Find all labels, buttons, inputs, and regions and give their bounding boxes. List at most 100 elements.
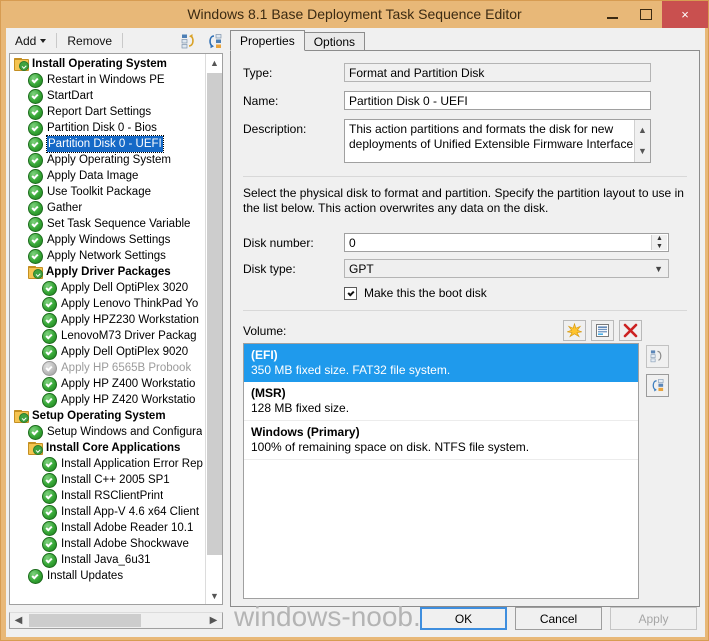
volume-list-item[interactable]: (MSR) 128 MB fixed size. xyxy=(244,382,638,421)
tree-item-label: Install C++ 2005 SP1 xyxy=(61,474,170,486)
disk-type-select[interactable]: GPT ▼ xyxy=(344,259,669,278)
tree-item-label: Partition Disk 0 - Bios xyxy=(47,122,157,134)
check-icon xyxy=(42,504,57,520)
remove-button[interactable]: Remove xyxy=(61,32,118,50)
cancel-button[interactable]: Cancel xyxy=(515,607,602,630)
tree-item-label: Install Application Error Rep xyxy=(61,458,203,470)
tree-item[interactable]: Install Core Applications xyxy=(10,440,206,456)
check-icon xyxy=(28,424,43,440)
disk-type-value: GPT xyxy=(349,262,374,276)
tree-item[interactable]: Apply HPZ230 Workstation xyxy=(10,312,206,328)
description-scrollbar[interactable]: ▲ ▼ xyxy=(634,120,650,162)
volume-list-item[interactable]: Windows (Primary) 100% of remaining space… xyxy=(244,421,638,460)
desc-scroll-down-icon[interactable]: ▼ xyxy=(638,144,647,159)
check-icon xyxy=(42,296,57,312)
add-button[interactable]: Add xyxy=(9,32,52,50)
tree-item-label: Install Adobe Shockwave xyxy=(61,538,189,550)
tree-item[interactable]: Install Adobe Reader 10.1 xyxy=(10,520,206,536)
tree-item[interactable]: Apply HP 6565B Probook xyxy=(10,360,206,376)
tree-item[interactable]: Apply Driver Packages xyxy=(10,264,206,280)
tree-item[interactable]: Install C++ 2005 SP1 xyxy=(10,472,206,488)
tree-item[interactable]: Install Application Error Rep xyxy=(10,456,206,472)
name-label: Name: xyxy=(243,94,279,108)
volume-properties-button[interactable] xyxy=(591,320,614,341)
type-label: Type: xyxy=(243,66,273,80)
check-icon xyxy=(28,72,43,88)
tree-item-label: Restart in Windows PE xyxy=(47,74,165,86)
apply-button[interactable]: Apply xyxy=(610,607,697,630)
stepper-down-icon[interactable]: ▼ xyxy=(652,243,667,251)
tree-item[interactable]: Install Operating System xyxy=(10,56,206,72)
tree-item[interactable]: LenovoM73 Driver Packag xyxy=(10,328,206,344)
name-input[interactable]: Partition Disk 0 - UEFI xyxy=(344,91,651,110)
tree-item[interactable]: Apply HP Z420 Workstatio xyxy=(10,392,206,408)
scroll-up-arrow-icon[interactable]: ▲ xyxy=(206,54,222,71)
tree-item[interactable]: Setup Windows and Configura xyxy=(10,424,206,440)
new-volume-button[interactable] xyxy=(563,320,586,341)
check-icon xyxy=(28,104,43,120)
delete-volume-button[interactable] xyxy=(619,320,642,341)
vertical-scroll-track[interactable] xyxy=(206,71,222,587)
tree-item[interactable]: Install Adobe Shockwave xyxy=(10,536,206,552)
tree-item[interactable]: Report Dart Settings xyxy=(10,104,206,120)
task-sequence-tree[interactable]: Install Operating System Restart in Windo… xyxy=(9,53,223,605)
check-icon xyxy=(28,568,43,584)
move-down-icon[interactable] xyxy=(206,33,223,49)
copy-layout-button[interactable] xyxy=(646,345,669,368)
tree-vertical-scrollbar[interactable]: ▲ ▼ xyxy=(205,54,222,604)
disk-number-input[interactable]: 0 ▲ ▼ xyxy=(344,233,669,252)
tree-item[interactable]: Apply Data Image xyxy=(10,168,206,184)
ok-button[interactable]: OK xyxy=(420,607,507,630)
volume-list[interactable]: (EFI) 350 MB fixed size. FAT32 file syste… xyxy=(243,343,639,599)
tree-item[interactable]: Apply Network Settings xyxy=(10,248,206,264)
move-up-icon[interactable] xyxy=(181,33,198,49)
vertical-scroll-thumb[interactable] xyxy=(207,73,222,555)
tree-item[interactable]: Partition Disk 0 - UEFI xyxy=(10,135,206,153)
check-icon xyxy=(42,344,57,360)
minimize-button[interactable] xyxy=(596,1,629,28)
tree-item[interactable]: Partition Disk 0 - Bios xyxy=(10,120,206,136)
tree-item-label: Install Java_6u31 xyxy=(61,554,151,566)
volume-area: (EFI) 350 MB fixed size. FAT32 file syste… xyxy=(231,343,699,599)
volume-list-item[interactable]: (EFI) 350 MB fixed size. FAT32 file syste… xyxy=(244,344,638,382)
tree-item[interactable]: Install RSClientPrint xyxy=(10,488,206,504)
paste-layout-button[interactable] xyxy=(646,374,669,397)
tree-item[interactable]: Use Toolkit Package xyxy=(10,184,206,200)
tab-options[interactable]: Options xyxy=(303,32,366,51)
maximize-button[interactable] xyxy=(629,1,662,28)
volume-properties-icon xyxy=(596,324,609,337)
check-icon xyxy=(42,280,57,296)
tree-item[interactable]: Apply Operating System xyxy=(10,152,206,168)
desc-scroll-up-icon[interactable]: ▲ xyxy=(638,123,647,138)
tree-item[interactable]: Restart in Windows PE xyxy=(10,72,206,88)
tree-item[interactable]: Apply Lenovo ThinkPad Yo xyxy=(10,296,206,312)
tree-item[interactable]: Set Task Sequence Variable xyxy=(10,216,206,232)
tree-item-label: Apply Driver Packages xyxy=(46,266,171,278)
volume-detail: 350 MB fixed size. FAT32 file system. xyxy=(251,363,451,377)
disk-number-value: 0 xyxy=(349,236,356,250)
tree-item-label: StartDart xyxy=(47,90,94,102)
description-row: Description: This action partitions and … xyxy=(231,119,699,163)
tab-properties[interactable]: Properties xyxy=(230,30,305,51)
disk-number-stepper[interactable]: ▲ ▼ xyxy=(651,235,667,250)
boot-disk-row[interactable]: Make this the boot disk xyxy=(231,286,699,300)
tree-item[interactable]: Apply HP Z400 Workstatio xyxy=(10,376,206,392)
stepper-up-icon[interactable]: ▲ xyxy=(652,235,667,243)
boot-disk-checkbox[interactable] xyxy=(344,286,357,300)
divider-2 xyxy=(243,310,687,311)
tree-item[interactable]: Setup Operating System xyxy=(10,408,206,424)
tree-item[interactable]: Apply Dell OptiPlex 3020 xyxy=(10,280,206,296)
tree-item-label: Install Core Applications xyxy=(46,442,181,454)
close-button[interactable]: × xyxy=(662,1,708,28)
tree-item[interactable]: Install Java_6u31 xyxy=(10,552,206,568)
tree-item[interactable]: Install Updates xyxy=(10,568,206,584)
tree-item[interactable]: Install App-V 4.6 x64 Client xyxy=(10,504,206,520)
tree-item[interactable]: Apply Dell OptiPlex 9020 xyxy=(10,344,206,360)
tree-item[interactable]: Gather xyxy=(10,200,206,216)
tree-item[interactable]: Apply Windows Settings xyxy=(10,232,206,248)
check-icon xyxy=(28,168,43,184)
description-input[interactable]: This action partitions and formats the d… xyxy=(344,119,651,163)
instruction-text: Select the physical disk to format and p… xyxy=(243,186,684,215)
disk-type-label: Disk type: xyxy=(243,262,296,276)
tree-item[interactable]: StartDart xyxy=(10,88,206,104)
